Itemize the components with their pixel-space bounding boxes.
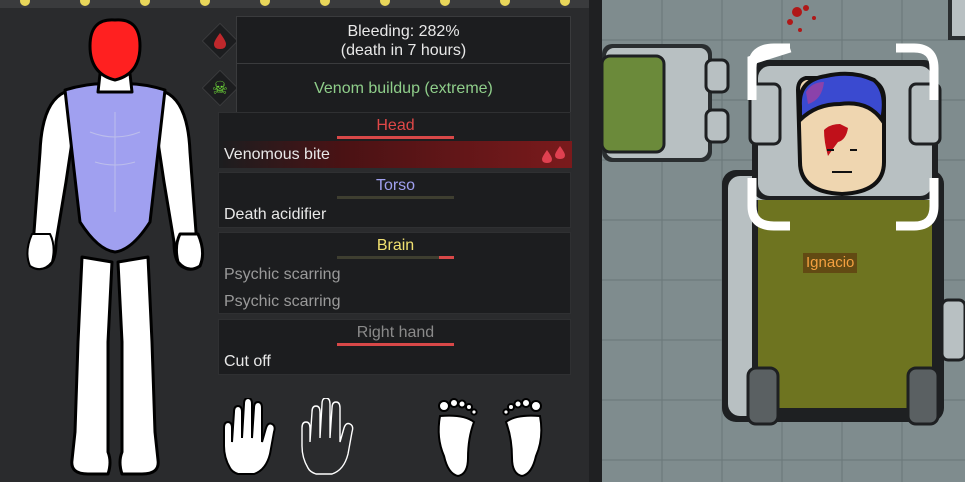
- bleeding-rate: Bleeding: 282%: [347, 23, 460, 40]
- torso-health-bar: [337, 196, 454, 199]
- bleeding-alert[interactable]: Bleeding: 282% (death in 7 hours): [200, 16, 572, 66]
- right-leg: [116, 255, 160, 476]
- part-right-hand[interactable]: Right hand Cut off: [218, 319, 571, 375]
- limb-icons: [223, 398, 543, 478]
- game-screen: Bleeding: 282% (death in 7 hours) ☠ Veno…: [0, 0, 965, 482]
- bleeding-icon: [542, 146, 565, 163]
- head-health-bar: [337, 136, 454, 139]
- pawn-name-label[interactable]: Ignacio: [803, 253, 858, 273]
- wall-pipe: [948, 0, 965, 40]
- left-bed: [602, 44, 730, 162]
- condition-psychic-scarring[interactable]: Psychic scarring: [219, 288, 572, 315]
- right-hand: [174, 232, 205, 271]
- top-edge-strip: [0, 0, 602, 8]
- left-hand: [26, 233, 55, 271]
- condition-death-acidifier[interactable]: Death acidifier: [219, 201, 572, 228]
- panel-divider: [589, 0, 602, 482]
- bleeding-death-time: (death in 7 hours): [340, 42, 467, 59]
- part-brain[interactable]: Brain Psychic scarring Psychic scarring: [218, 232, 571, 314]
- right-foot-icon: [502, 398, 543, 478]
- left-foot-icon: [437, 398, 478, 478]
- brain-health-bar: [337, 256, 454, 259]
- health-panel: Bleeding: 282% (death in 7 hours) ☠ Veno…: [0, 0, 602, 482]
- right-hand-missing-icon: [301, 398, 354, 475]
- part-title-right-hand: Right hand: [356, 324, 435, 341]
- part-torso[interactable]: Torso Death acidifier: [218, 172, 571, 228]
- part-head[interactable]: Head Venomous bite: [218, 112, 572, 168]
- map-view[interactable]: [602, 0, 965, 482]
- venom-alert[interactable]: ☠ Venom buildup (extreme): [200, 63, 572, 113]
- left-leg: [70, 255, 114, 476]
- pawn-ignacio[interactable]: [795, 71, 886, 197]
- part-title-head: Head: [376, 117, 415, 134]
- skull-crossbones-icon: ☠: [211, 77, 229, 98]
- head: [88, 18, 142, 82]
- left-hand-icon: [223, 398, 276, 475]
- part-title-brain: Brain: [376, 237, 415, 254]
- blood-drop-icon: [200, 16, 240, 66]
- body-diagram: [26, 18, 205, 476]
- part-title-torso: Torso: [375, 177, 416, 194]
- condition-cut-off[interactable]: Cut off: [219, 348, 572, 375]
- condition-psychic-scarring[interactable]: Psychic scarring: [219, 261, 572, 288]
- venom-buildup-text: Venom buildup (extreme): [314, 79, 493, 97]
- condition-venomous-bite[interactable]: Venomous bite: [219, 141, 572, 168]
